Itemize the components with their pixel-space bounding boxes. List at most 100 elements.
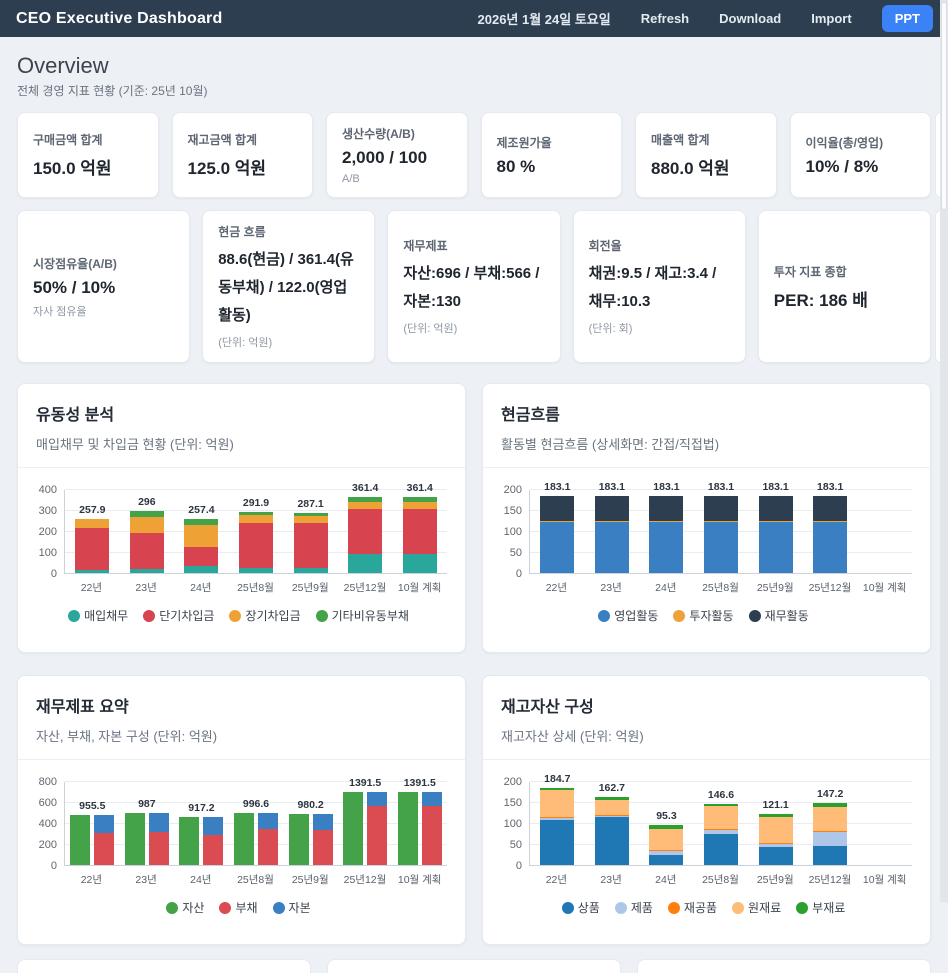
bar-segment-장기차입금[interactable] xyxy=(130,517,164,534)
bar-segment-장기차입금[interactable] xyxy=(75,519,109,528)
bar-segment-자본[interactable] xyxy=(149,813,169,831)
bar-segment-상품[interactable] xyxy=(595,817,629,865)
legend-item-기타비유동부채[interactable]: 기타비유동부채 xyxy=(316,607,409,624)
bar-segment-매입채무[interactable] xyxy=(184,566,218,573)
data-label: 147.2 xyxy=(797,788,864,800)
bar-segment-부채[interactable] xyxy=(422,806,442,865)
bar-segment-부채[interactable] xyxy=(367,806,387,865)
vertical-scrollbar[interactable] xyxy=(940,0,948,902)
dashboard-page: Overview 전체 경영 지표 현황 (기준: 25년 10월) 구매금액 … xyxy=(0,37,948,973)
bar-segment-장기차입금[interactable] xyxy=(184,525,218,547)
download-button[interactable]: Download xyxy=(719,11,781,26)
bar-segment-매입채무[interactable] xyxy=(348,554,382,573)
bar-segment-자산[interactable] xyxy=(70,815,90,865)
refresh-button[interactable]: Refresh xyxy=(641,11,689,26)
bar-segment-상품[interactable] xyxy=(759,847,793,865)
legend-item-투자활동[interactable]: 투자활동 xyxy=(673,607,733,624)
bar-segment-원재료[interactable] xyxy=(759,817,793,843)
bar-segment-제품[interactable] xyxy=(813,832,847,846)
bar-segment-매입채무[interactable] xyxy=(294,568,328,573)
bar-segment-자본[interactable] xyxy=(203,817,223,835)
category-slot: 183.1 xyxy=(748,490,803,573)
bar-segment-자산[interactable] xyxy=(179,817,199,865)
ppt-export-button[interactable]: PPT xyxy=(882,5,933,32)
bar-segment-매입채무[interactable] xyxy=(130,569,164,573)
bar-segment-상품[interactable] xyxy=(813,846,847,865)
bar-segment-매입채무[interactable] xyxy=(403,554,437,573)
scrollbar-thumb[interactable] xyxy=(941,2,947,210)
bar-segment-부채[interactable] xyxy=(313,830,333,865)
chart-header: 유동성 분석 매입채무 및 차입금 현황 (단위: 억원) xyxy=(18,384,465,468)
bar-segment-부채[interactable] xyxy=(94,833,114,865)
bar-segment-자본[interactable] xyxy=(94,815,114,833)
bar-segment-자산[interactable] xyxy=(234,813,254,865)
bar-segment-매입채무[interactable] xyxy=(75,570,109,573)
bar-segment-재무활동[interactable] xyxy=(813,496,847,521)
category-slot: 361.4 xyxy=(338,490,393,573)
bar-segment-영업활동[interactable] xyxy=(540,522,574,573)
legend-item-장기차입금[interactable]: 장기차입금 xyxy=(229,607,300,624)
legend-dot xyxy=(166,902,178,914)
bar-segment-영업활동[interactable] xyxy=(704,522,738,573)
bar-segment-원재료[interactable] xyxy=(595,800,629,815)
chart-header: 현금흐름 활동별 현금흐름 (상세화면: 간접/직접법) xyxy=(483,384,930,468)
y-tick-label: 50 xyxy=(510,547,522,559)
legend-item-재무활동[interactable]: 재무활동 xyxy=(749,607,809,624)
import-button[interactable]: Import xyxy=(811,11,851,26)
bar-segment-단기차입금[interactable] xyxy=(294,523,328,568)
bar-segment-재무활동[interactable] xyxy=(540,496,574,521)
bar-segment-단기차입금[interactable] xyxy=(75,528,109,570)
x-axis-label: 25년8월 xyxy=(693,872,748,887)
bar xyxy=(403,497,437,573)
bar-segment-자산[interactable] xyxy=(125,813,145,865)
bar-segment-영업활동[interactable] xyxy=(649,522,683,573)
plot-area: 184.7162.795.3146.6121.1147.2 xyxy=(529,782,912,866)
bar-segment-영업활동[interactable] xyxy=(759,522,793,573)
chart-subtitle: 자산, 부채, 자본 구성 (단위: 억원) xyxy=(36,726,447,745)
bar-segment-자본[interactable] xyxy=(367,792,387,806)
data-label: 287.1 xyxy=(277,498,344,510)
bar xyxy=(343,792,363,865)
bar-segment-부채[interactable] xyxy=(258,829,278,865)
bar-segment-원재료[interactable] xyxy=(813,807,847,831)
bar-segment-자본[interactable] xyxy=(258,813,278,829)
bar-segment-단기차입금[interactable] xyxy=(403,509,437,554)
bar-segment-재무활동[interactable] xyxy=(704,496,738,521)
bar-segment-상품[interactable] xyxy=(540,820,574,865)
y-tick-label: 50 xyxy=(510,839,522,851)
bar-segment-장기차입금[interactable] xyxy=(294,516,328,523)
bar-segment-장기차입금[interactable] xyxy=(403,502,437,509)
chart-title: 재고자산 구성 xyxy=(501,693,912,717)
x-axis-label: 22년 xyxy=(529,872,584,887)
bar-segment-단기차입금[interactable] xyxy=(130,533,164,569)
bar-segment-자본[interactable] xyxy=(422,792,442,806)
bar-segment-영업활동[interactable] xyxy=(595,522,629,573)
bar-segment-매입채무[interactable] xyxy=(239,568,273,573)
bar-segment-부채[interactable] xyxy=(149,832,169,865)
x-axis-label: 22년 xyxy=(64,872,119,887)
legend-item-단기차입금[interactable]: 단기차입금 xyxy=(143,607,214,624)
bar-segment-장기차입금[interactable] xyxy=(239,515,273,523)
bar-segment-재무활동[interactable] xyxy=(759,496,793,521)
bar-segment-원재료[interactable] xyxy=(540,790,574,817)
bar-segment-재무활동[interactable] xyxy=(649,496,683,521)
bar-segment-자산[interactable] xyxy=(343,792,363,865)
bar-segment-단기차입금[interactable] xyxy=(184,547,218,565)
bar-segment-장기차입금[interactable] xyxy=(348,502,382,509)
bar-segment-자산[interactable] xyxy=(398,792,418,865)
bar-segment-자산[interactable] xyxy=(289,814,309,865)
legend-item-매입채무[interactable]: 매입채무 xyxy=(68,607,128,624)
bar-segment-상품[interactable] xyxy=(704,834,738,866)
bar-segment-단기차입금[interactable] xyxy=(239,523,273,568)
bar-segment-단기차입금[interactable] xyxy=(348,509,382,554)
bar-segment-영업활동[interactable] xyxy=(813,522,847,573)
bar-segment-재무활동[interactable] xyxy=(595,496,629,521)
y-axis: 050100150200 xyxy=(495,782,529,866)
bar-segment-상품[interactable] xyxy=(649,855,683,866)
bar-segment-원재료[interactable] xyxy=(649,829,683,850)
bar-segment-부채[interactable] xyxy=(203,835,223,865)
bar-segment-자본[interactable] xyxy=(313,814,333,830)
legend-item-영업활동[interactable]: 영업활동 xyxy=(598,607,658,624)
bar-segment-원재료[interactable] xyxy=(704,806,738,829)
category-slot: 162.7 xyxy=(585,782,640,865)
